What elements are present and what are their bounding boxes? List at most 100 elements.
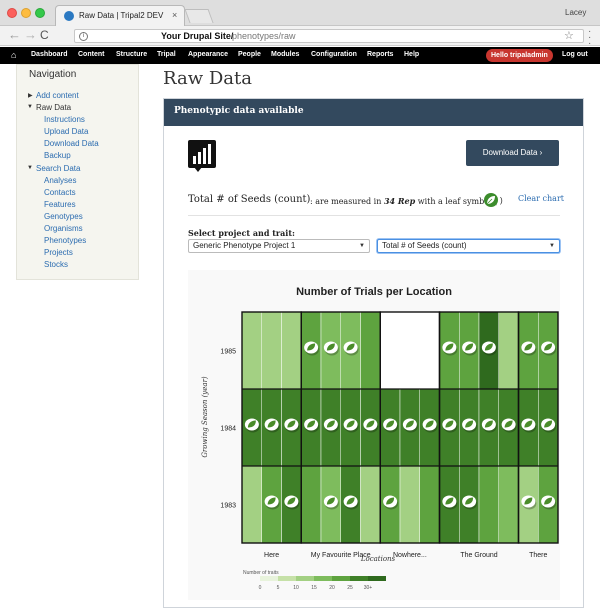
sidebar-item-organisms[interactable]: Organisms (44, 224, 83, 233)
project-select-value: Generic Phenotype Project 1 (193, 241, 296, 250)
user-greeting-badge[interactable]: Hello tripaladmin (486, 49, 553, 62)
heatmap-cell (498, 311, 519, 390)
sidebar-item-projects[interactable]: Projects (44, 248, 73, 257)
heatmap-cell (419, 465, 440, 544)
y-tick-label: 1985 (220, 349, 236, 356)
bar-chart-icon (188, 140, 216, 168)
sidebar-item-phenotypes[interactable]: Phenotypes (44, 236, 86, 245)
heatmap-cell (241, 311, 262, 390)
trait-name: Total # of Seeds (count) (188, 194, 311, 205)
clear-chart-link[interactable]: Clear chart (518, 194, 564, 203)
heatmap-cell (399, 465, 420, 544)
project-select[interactable]: Generic Phenotype Project 1 ▼ (188, 239, 370, 253)
legend-swatch (350, 576, 368, 581)
admin-menu-modules[interactable]: Modules (271, 51, 299, 58)
zoom-window-button[interactable] (35, 8, 45, 18)
heatmap-cell (498, 465, 519, 544)
heatmap-cell (478, 465, 499, 544)
tab-title: Raw Data | Tripal2 DEV (79, 11, 164, 20)
sidebar-item-genotypes[interactable]: Genotypes (44, 212, 83, 221)
heatmap-cell (261, 311, 282, 390)
heatmap-svg: 1985 1984 1983 Here My Favourite Place Nowher… (220, 311, 559, 591)
x-tick-label: There (529, 552, 547, 559)
browser-menu-icon[interactable]: · · · (588, 27, 591, 49)
chevron-down-icon: ▼ (359, 243, 365, 249)
legend-tick-label: 5 (277, 585, 280, 591)
admin-toolbar: ⌂ Dashboard Content Structure Tripal App… (0, 47, 600, 64)
browser-tab-active[interactable]: Raw Data | Tripal2 DEV × (55, 5, 185, 26)
drupal-favicon-icon (64, 11, 74, 21)
sidebar-item-instructions[interactable]: Instructions (44, 115, 85, 124)
logout-link[interactable]: Log out (562, 51, 588, 58)
admin-menu-reports[interactable]: Reports (367, 51, 393, 58)
trait-description: : are measured in 34 Rep with a leaf sym… (310, 196, 498, 206)
admin-menu-help[interactable]: Help (404, 51, 419, 58)
admin-menu-appearance[interactable]: Appearance (188, 51, 228, 58)
heatmap-cell (399, 311, 420, 390)
chevron-down-icon: ▼ (549, 243, 555, 249)
select-label: Select project and trait: (188, 228, 295, 238)
info-icon[interactable]: i (79, 32, 88, 41)
admin-menu-people[interactable]: People (238, 51, 261, 58)
admin-menu-configuration[interactable]: Configuration (311, 51, 357, 58)
sidebar-item-raw-data[interactable]: Raw Data (36, 103, 71, 112)
sidebar-item-analyses[interactable]: Analyses (44, 176, 76, 185)
legend-tick-label: 15 (311, 585, 317, 591)
panel-header: Phenotypic data available (164, 99, 583, 126)
sidebar-item-upload-data[interactable]: Upload Data (44, 127, 88, 136)
expanded-arrow-icon: ▼ (27, 104, 33, 110)
sidebar-item-backup[interactable]: Backup (44, 151, 71, 160)
bookmark-star-icon[interactable]: ☆ (564, 29, 574, 42)
sidebar-item-search-data[interactable]: Search Data (36, 164, 80, 173)
reload-icon[interactable]: C (40, 28, 49, 42)
download-data-button[interactable]: Download Data › (466, 140, 559, 166)
minimize-window-button[interactable] (21, 8, 31, 18)
trait-rep-count: 34 Rep (383, 196, 416, 206)
sidebar-item-download-data[interactable]: Download Data (44, 139, 99, 148)
browser-profile-name[interactable]: Lacey (565, 8, 586, 17)
legend-tick-label: 25 (347, 585, 353, 591)
tab-close-icon[interactable]: × (172, 10, 177, 20)
browser-toolbar: ← → C i Your Drupal Site/ phenotypes/raw… (0, 26, 600, 49)
home-icon[interactable]: ⌂ (11, 50, 16, 60)
heatmap-chart: Number of Trials per Location Growing Se… (188, 270, 560, 600)
new-tab-button[interactable] (184, 9, 214, 23)
divider (188, 215, 560, 216)
forward-arrow-icon[interactable]: → (24, 28, 37, 42)
admin-menu-structure[interactable]: Structure (116, 51, 147, 58)
trait-select[interactable]: Total # of Seeds (count) ▼ (377, 239, 560, 253)
admin-menu-content[interactable]: Content (78, 51, 104, 58)
address-bar[interactable]: i Your Drupal Site/ phenotypes/raw ☆ (74, 29, 584, 43)
sidebar-item-contacts[interactable]: Contacts (44, 188, 76, 197)
expanded-arrow-icon: ▼ (27, 165, 33, 171)
back-arrow-icon[interactable]: ← (8, 28, 21, 42)
sidebar-item-features[interactable]: Features (44, 200, 76, 209)
admin-menu-dashboard[interactable]: Dashboard (31, 51, 68, 58)
legend-tick-label: 10 (293, 585, 299, 591)
heatmap-cell (241, 465, 262, 544)
panel-title: Phenotypic data available (174, 106, 304, 116)
y-tick-label: 1983 (220, 503, 236, 510)
close-window-button[interactable] (7, 8, 17, 18)
heatmap-cell (360, 311, 381, 390)
x-tick-label: Nowhere... (393, 552, 427, 559)
legend-swatch (296, 576, 314, 581)
legend-swatch (332, 576, 350, 581)
leaf-icon (484, 193, 498, 207)
url-path: phenotypes/raw (232, 31, 296, 41)
heatmap-cell (419, 311, 440, 390)
icon-pointer (194, 167, 202, 172)
admin-menu-tripal[interactable]: Tripal (157, 51, 176, 58)
sidebar-item-stocks[interactable]: Stocks (44, 260, 68, 269)
x-tick-label: Here (264, 552, 279, 559)
phenotype-panel: Phenotypic data available Download Data … (163, 98, 584, 608)
legend-tick-label: 20 (329, 585, 335, 591)
heatmap-cell (360, 465, 381, 544)
browser-tab-strip: Raw Data | Tripal2 DEV × Lacey (0, 0, 600, 26)
page-title: Raw Data (163, 68, 252, 89)
url-host: Your Drupal Site/ (161, 31, 234, 41)
legend-tick-label: 0 (259, 585, 262, 591)
heatmap-cell (380, 311, 401, 390)
legend-swatch (260, 576, 278, 581)
sidebar-item-add-content[interactable]: Add content (36, 91, 79, 100)
